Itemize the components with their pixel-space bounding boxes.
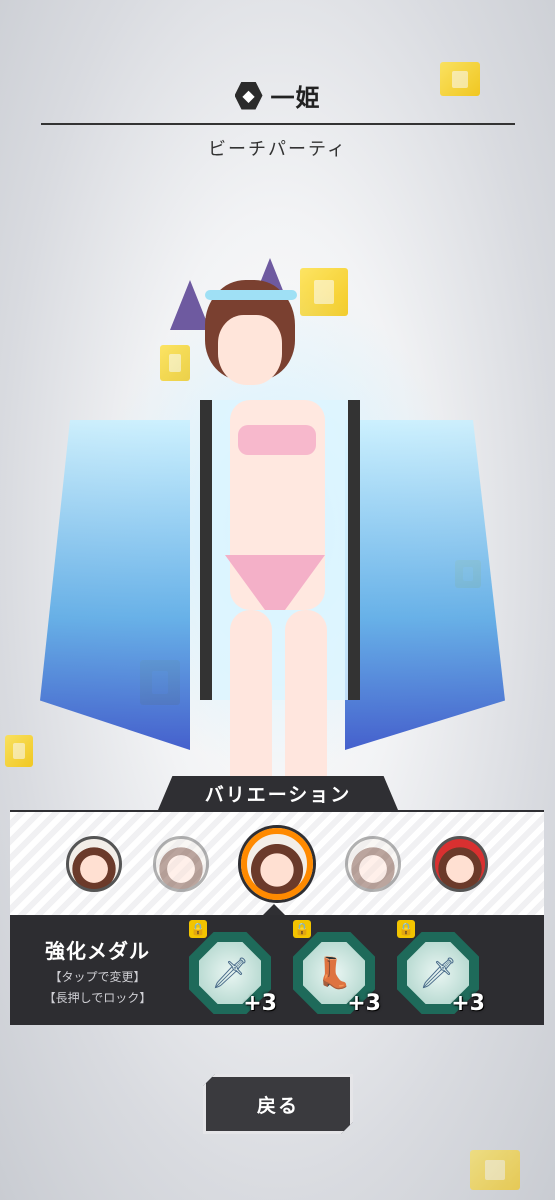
left-leg (230, 610, 272, 800)
variation-item[interactable] (153, 835, 210, 892)
variation-item[interactable] (432, 835, 489, 892)
lock-icon: 🔒 (293, 920, 311, 938)
medal-level: +3 (347, 991, 381, 1016)
name-row: ◆ 一姫 (0, 78, 555, 113)
medal-slot[interactable]: 🔒 🗡 +3 (189, 920, 277, 1020)
headband (205, 290, 297, 300)
deco-block (470, 1150, 520, 1190)
medal-slot[interactable]: 🔒 👢 +3 (293, 920, 381, 1020)
medal-level: +3 (451, 991, 485, 1016)
medal-level: +3 (243, 991, 277, 1016)
variation-item[interactable] (344, 835, 401, 892)
outfit-name: ビーチパーティ (208, 139, 347, 160)
right-leg (285, 610, 327, 800)
bikini-top (238, 425, 316, 455)
right-sleeve (345, 420, 505, 750)
lock-icon: 🔒 (397, 920, 415, 938)
variation-list (10, 810, 544, 915)
faction-emblem-icon: ◆ (234, 81, 263, 110)
variation-item[interactable] (65, 835, 122, 892)
medal-panel: 強化メダル 【タップで変更】 【長押しでロック】 🔒 🗡 +3 🔒 👢 +3 🔒… (10, 915, 544, 1025)
left-sleeve (40, 420, 190, 750)
lock-icon: 🔒 (189, 920, 207, 938)
variation-title: バリエーション (158, 776, 398, 810)
character-face (218, 315, 282, 385)
medal-title: 強化メダル (45, 938, 150, 963)
back-button[interactable]: 戻る (203, 1074, 353, 1134)
medal-hint-tap: 【タップで変更】 (49, 969, 146, 984)
medal-hint-hold: 【長押しでロック】 (43, 990, 152, 1005)
character-header: ◆ 一姫 ビーチパーティ (0, 78, 555, 161)
medal-slot[interactable]: 🔒 🗡 +3 (397, 920, 485, 1020)
character-name: 一姫 (270, 84, 321, 112)
medal-slots: 🔒 🗡 +3 🔒 👢 +3 🔒 🗡 +3 (189, 920, 485, 1020)
medal-label: 強化メダル 【タップで変更】 【長押しでロック】 (10, 935, 185, 1006)
character-model[interactable] (0, 240, 555, 800)
header-divider (40, 123, 515, 125)
variation-item-selected[interactable] (240, 827, 313, 900)
